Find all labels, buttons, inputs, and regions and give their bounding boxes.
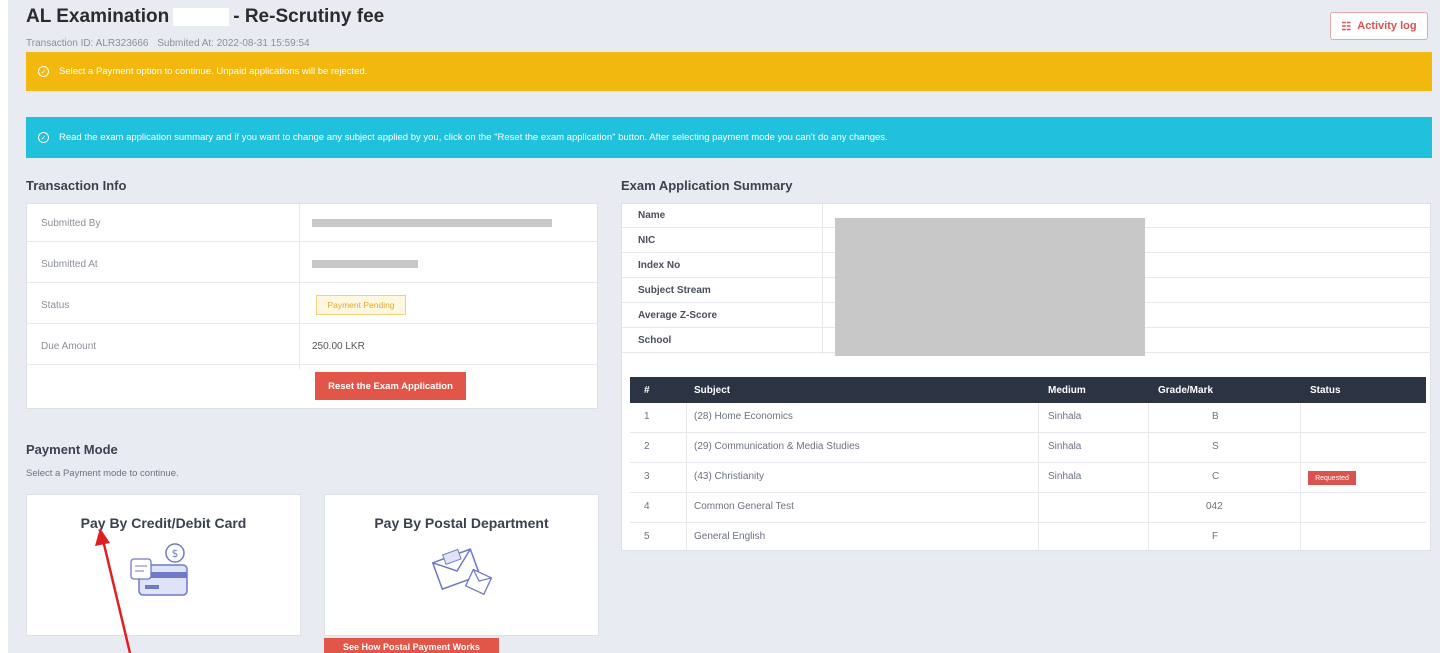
tx-row-submitted-by: Submitted By (27, 204, 597, 242)
row-grade: S (1212, 441, 1219, 452)
title-exam-name: AL Examination (26, 6, 170, 27)
transaction-meta: Transaction ID: ALR323666 Submited At: 2… (26, 38, 316, 49)
row-subject: Common General Test (694, 501, 794, 512)
tx-row-due-amount: Due Amount 250.00 LKR (27, 327, 597, 365)
postal-howto-button[interactable]: See How Postal Payment Works (324, 638, 499, 653)
row-medium: Sinhala (1048, 471, 1082, 482)
submitted-at-meta: Submited At: 2022-08-31 15:59:54 (157, 38, 310, 49)
row-grade: B (1212, 411, 1219, 422)
check-circle-icon: ✓ (38, 66, 49, 77)
info-alert: ✓ Read the exam application summary and … (26, 117, 1432, 158)
redacted-value (312, 260, 418, 268)
row-number: 1 (644, 411, 650, 422)
page-background: AL Examination - Re-Scrutiny fee Transact… (8, 0, 1440, 653)
column-header: Grade/Mark (1158, 385, 1214, 396)
row-subject: (29) Communication & Media Studies (694, 441, 860, 452)
requested-badge: Requested (1308, 471, 1356, 485)
table-row: 2 (29) Communication & Media Studies Sin… (630, 433, 1426, 463)
row-number: 2 (644, 441, 650, 452)
row-number: 3 (644, 471, 650, 482)
pay-by-postal-option[interactable]: Pay By Postal Department (324, 494, 599, 636)
row-number: 5 (644, 531, 650, 542)
redacted-block (835, 218, 1145, 356)
tx-label: Status (41, 300, 70, 311)
due-amount-value: 250.00 LKR (312, 341, 365, 352)
row-medium: Sinhala (1048, 411, 1082, 422)
redacted-block (173, 7, 230, 26)
row-subject: (28) Home Economics (694, 411, 793, 422)
summary-field-label: NIC (638, 235, 656, 246)
row-number: 4 (644, 501, 650, 512)
table-row: 5 General English F (630, 523, 1426, 553)
summary-field-label: Name (638, 210, 666, 221)
activity-log-label: Activity log (1357, 20, 1417, 32)
title-fee-type: - Re-Scrutiny fee (233, 6, 385, 27)
column-header: # (644, 385, 650, 396)
summary-card: Name NIC Index No Subject Stream Average… (621, 203, 1432, 553)
summary-heading: Exam Application Summary (621, 178, 793, 193)
tx-label: Due Amount (41, 341, 97, 352)
redacted-value (312, 219, 552, 227)
reset-application-button[interactable]: Reset the Exam Application (315, 372, 466, 400)
row-grade: F (1212, 531, 1219, 542)
info-alert-text: Read the exam application summary and if… (59, 132, 888, 143)
transaction-info-card: Submitted By Submitted At Status Payment… (26, 203, 598, 409)
envelope-icon (431, 548, 492, 596)
summary-field-label: Index No (638, 260, 681, 271)
payment-mode-hint: Select a Payment mode to continue. (26, 468, 179, 479)
warning-alert: ✓ Select a Payment option to continue. U… (26, 52, 1432, 91)
warning-alert-text: Select a Payment option to continue. Unp… (59, 66, 368, 77)
row-grade: 042 (1206, 501, 1223, 512)
summary-field-label: School (638, 335, 672, 346)
row-subject: General English (694, 531, 766, 542)
page-title: AL Examination - Re-Scrutiny fee (26, 6, 384, 28)
column-header: Status (1310, 385, 1341, 396)
pay-by-card-option[interactable]: Pay By Credit/Debit Card $ (26, 494, 301, 636)
credit-card-icon: $ (129, 543, 188, 596)
row-grade: C (1212, 471, 1220, 482)
check-circle-icon: ✓ (38, 132, 49, 143)
table-row: 1 (28) Home Economics Sinhala B (630, 403, 1426, 433)
payment-mode-heading: Payment Mode (26, 442, 118, 457)
column-header: Subject (694, 385, 731, 396)
row-subject: (43) Christianity (694, 471, 765, 482)
pay-by-postal-label: Pay By Postal Department (374, 515, 549, 531)
svg-text:$: $ (171, 547, 178, 560)
row-medium: Sinhala (1048, 441, 1082, 452)
status-badge: Payment Pending (316, 295, 406, 315)
tx-row-submitted-at: Submitted At (27, 245, 597, 283)
summary-field-label: Average Z-Score (638, 310, 718, 321)
table-row: 4 Common General Test 042 (630, 493, 1426, 523)
list-icon: ☷ (1341, 20, 1352, 33)
activity-log-button[interactable]: ☷ Activity log (1330, 12, 1428, 40)
subjects-table-header: # Subject Medium Grade/Mark Status (630, 377, 1426, 403)
transaction-id: Transaction ID: ALR323666 (26, 38, 149, 49)
summary-field-label: Subject Stream (638, 285, 711, 296)
tx-row-status: Status Payment Pending (27, 286, 597, 324)
tx-label: Submitted By (41, 218, 101, 229)
transaction-info-heading: Transaction Info (26, 178, 127, 193)
column-header: Medium (1048, 385, 1086, 396)
table-row: 3 (43) Christianity Sinhala C Requested (630, 463, 1426, 493)
pay-by-card-label: Pay By Credit/Debit Card (80, 515, 247, 531)
tx-label: Submitted At (41, 259, 98, 270)
